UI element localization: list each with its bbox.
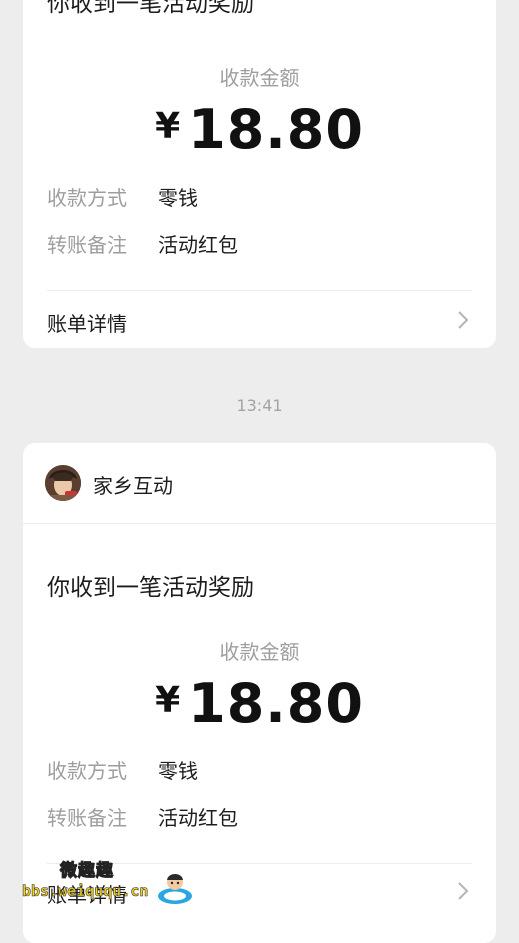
divider — [47, 290, 472, 291]
amount-label: 收款金额 — [219, 640, 300, 664]
transfer-note-value: 活动红包 — [158, 806, 238, 830]
amount-number: 18.80 — [188, 672, 364, 735]
payment-method-row: 收款方式 零钱 — [47, 182, 198, 211]
reward-title: 你收到一笔活动奖励 — [47, 0, 254, 17]
payment-method-label: 收款方式 — [47, 186, 127, 210]
amount-label: 收款金额 — [219, 66, 300, 90]
amount-number: 18.80 — [188, 98, 364, 161]
watermark-url: bbs.weiququ.cn — [22, 882, 149, 901]
transfer-note-value: 活动红包 — [158, 233, 238, 257]
currency-symbol: ¥ — [155, 106, 181, 147]
transfer-note-label: 转账备注 — [47, 806, 127, 830]
amount-value: ¥18.80 — [23, 672, 496, 735]
transfer-note-row: 转账备注 活动红包 — [47, 229, 238, 258]
chevron-right-icon — [458, 882, 469, 900]
payment-method-label: 收款方式 — [47, 759, 127, 783]
sender-name[interactable]: 家乡互动 — [93, 470, 173, 499]
transfer-note-row: 转账备注 活动红包 — [47, 802, 238, 831]
mascot-icon — [158, 874, 192, 904]
header-divider — [23, 523, 496, 524]
payment-method-value: 零钱 — [158, 759, 198, 783]
message-timestamp: 13:41 — [236, 396, 283, 415]
chevron-right-icon — [458, 311, 469, 329]
bill-details-link[interactable]: 账单详情 — [47, 308, 127, 337]
sender-avatar[interactable] — [45, 465, 81, 501]
watermark-name: 微趣趣 — [60, 861, 114, 882]
payment-method-row: 收款方式 零钱 — [47, 755, 198, 784]
payment-method-value: 零钱 — [158, 186, 198, 210]
reward-title: 你收到一笔活动奖励 — [47, 575, 254, 601]
currency-symbol: ¥ — [155, 680, 181, 721]
site-watermark: 微趣趣 bbs.weiququ.cn — [6, 852, 196, 912]
transfer-note-label: 转账备注 — [47, 233, 127, 257]
amount-value: ¥18.80 — [23, 98, 496, 161]
reward-message-card[interactable]: 你收到一笔活动奖励 收款金额 ¥18.80 收款方式 零钱 转账备注 活动红包 账单… — [23, 0, 496, 348]
